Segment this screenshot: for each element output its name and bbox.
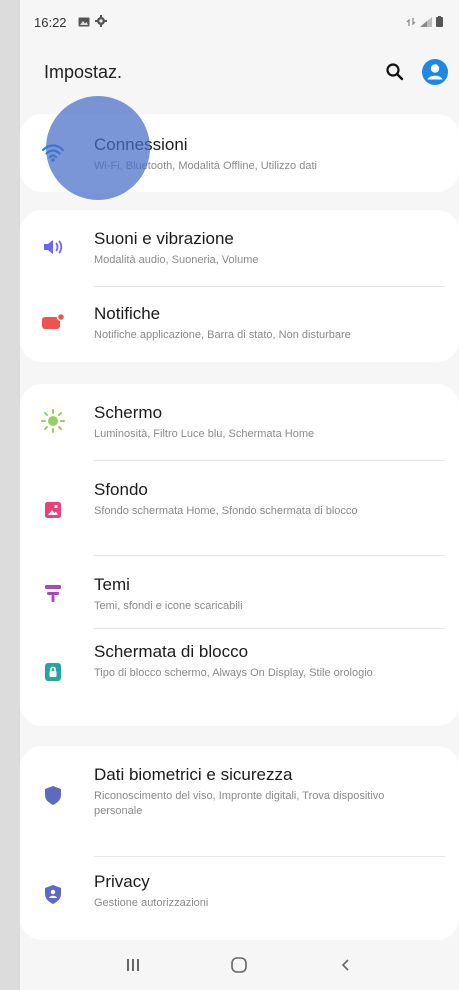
settings-group-display: Schermo Luminosità, Filtro Luce blu, Sch…: [20, 384, 459, 726]
settings-item-themes[interactable]: Temi Temi, sfondi e icone scaricabili: [20, 556, 459, 628]
settings-item-lock-screen[interactable]: Schermata di blocco Tipo di blocco scher…: [20, 629, 459, 726]
settings-item-sound[interactable]: Suoni e vibrazione Modalità audio, Suone…: [20, 210, 459, 286]
settings-screen: 16:22 Impostaz. Wi-Fi, Bluetooth, Modali…: [20, 0, 459, 990]
settings-item-subtitle: Sfondo schermata Home, Sfondo schermata …: [94, 505, 358, 517]
settings-item-title: Privacy: [94, 872, 150, 891]
shield-icon: [40, 782, 66, 808]
gallery-notification-icon: [78, 15, 90, 30]
settings-item-title: Suoni e vibrazione: [94, 229, 234, 248]
settings-group-sound: Suoni e vibrazione Modalità audio, Suone…: [20, 210, 459, 362]
settings-item-title: Notifiche: [94, 304, 161, 323]
settings-item-title: Sfondo: [94, 480, 148, 499]
brightness-icon: [40, 408, 66, 434]
settings-item-subtitle: Notifiche applicazione, Barra di stato, …: [94, 329, 351, 341]
settings-item-subtitle: Temi, sfondi e icone scaricabili: [94, 600, 243, 612]
settings-item-subtitle: Luminosità, Filtro Luce blu, Schermata H…: [94, 428, 315, 440]
settings-item-title: Schermata di blocco: [94, 642, 249, 661]
settings-item-wallpaper[interactable]: Sfondo Sfondo schermata Home, Sfondo sch…: [20, 461, 459, 555]
signal-icon: [420, 15, 432, 30]
page-title: Impostaz.: [44, 61, 123, 82]
settings-item-privacy[interactable]: Privacy Gestione autorizzazioni: [20, 857, 459, 929]
settings-item-title: Dati biometrici e sicurezza: [94, 765, 293, 784]
settings-item-notifications[interactable]: Notifiche Notifiche applicazione, Barra …: [20, 287, 459, 362]
battery-icon: [436, 15, 443, 30]
settings-item-subtitle: Modalità audio, Suoneria, Volume: [94, 254, 259, 266]
lock-icon: [40, 659, 66, 685]
navigation-bar: [20, 940, 459, 990]
recent-apps-button[interactable]: [113, 945, 153, 985]
settings-group-security: Dati biometrici e sicurezza Riconoscimen…: [20, 746, 459, 940]
settings-item-title: Temi: [94, 575, 130, 594]
settings-notification-icon: [94, 14, 107, 30]
themes-icon: [40, 580, 66, 606]
network-4g-icon: [406, 15, 416, 30]
search-icon[interactable]: [385, 62, 405, 82]
settings-item-biometrics[interactable]: Dati biometrici e sicurezza Riconoscimen…: [20, 746, 459, 856]
settings-item-subtitle: Tipo di blocco schermo, Always On Displa…: [94, 667, 373, 679]
volume-icon: [40, 234, 66, 260]
notification-icon: [40, 309, 66, 335]
settings-item-display[interactable]: Schermo Luminosità, Filtro Luce blu, Sch…: [20, 384, 459, 460]
home-button[interactable]: [219, 945, 259, 985]
privacy-icon: [40, 881, 66, 907]
account-avatar-icon[interactable]: [421, 58, 449, 86]
settings-item-subtitle: Riconoscimento del viso, Impronte digita…: [94, 790, 385, 817]
back-button[interactable]: [326, 945, 366, 985]
settings-item-title: Schermo: [94, 403, 163, 422]
status-time: 16:22: [34, 14, 67, 30]
status-bar: 16:22: [20, 10, 459, 34]
app-bar: Impostaz.: [20, 52, 459, 92]
wallpaper-icon: [40, 497, 66, 523]
touch-indicator: [46, 96, 150, 200]
settings-item-subtitle: Gestione autorizzazioni: [94, 897, 209, 909]
